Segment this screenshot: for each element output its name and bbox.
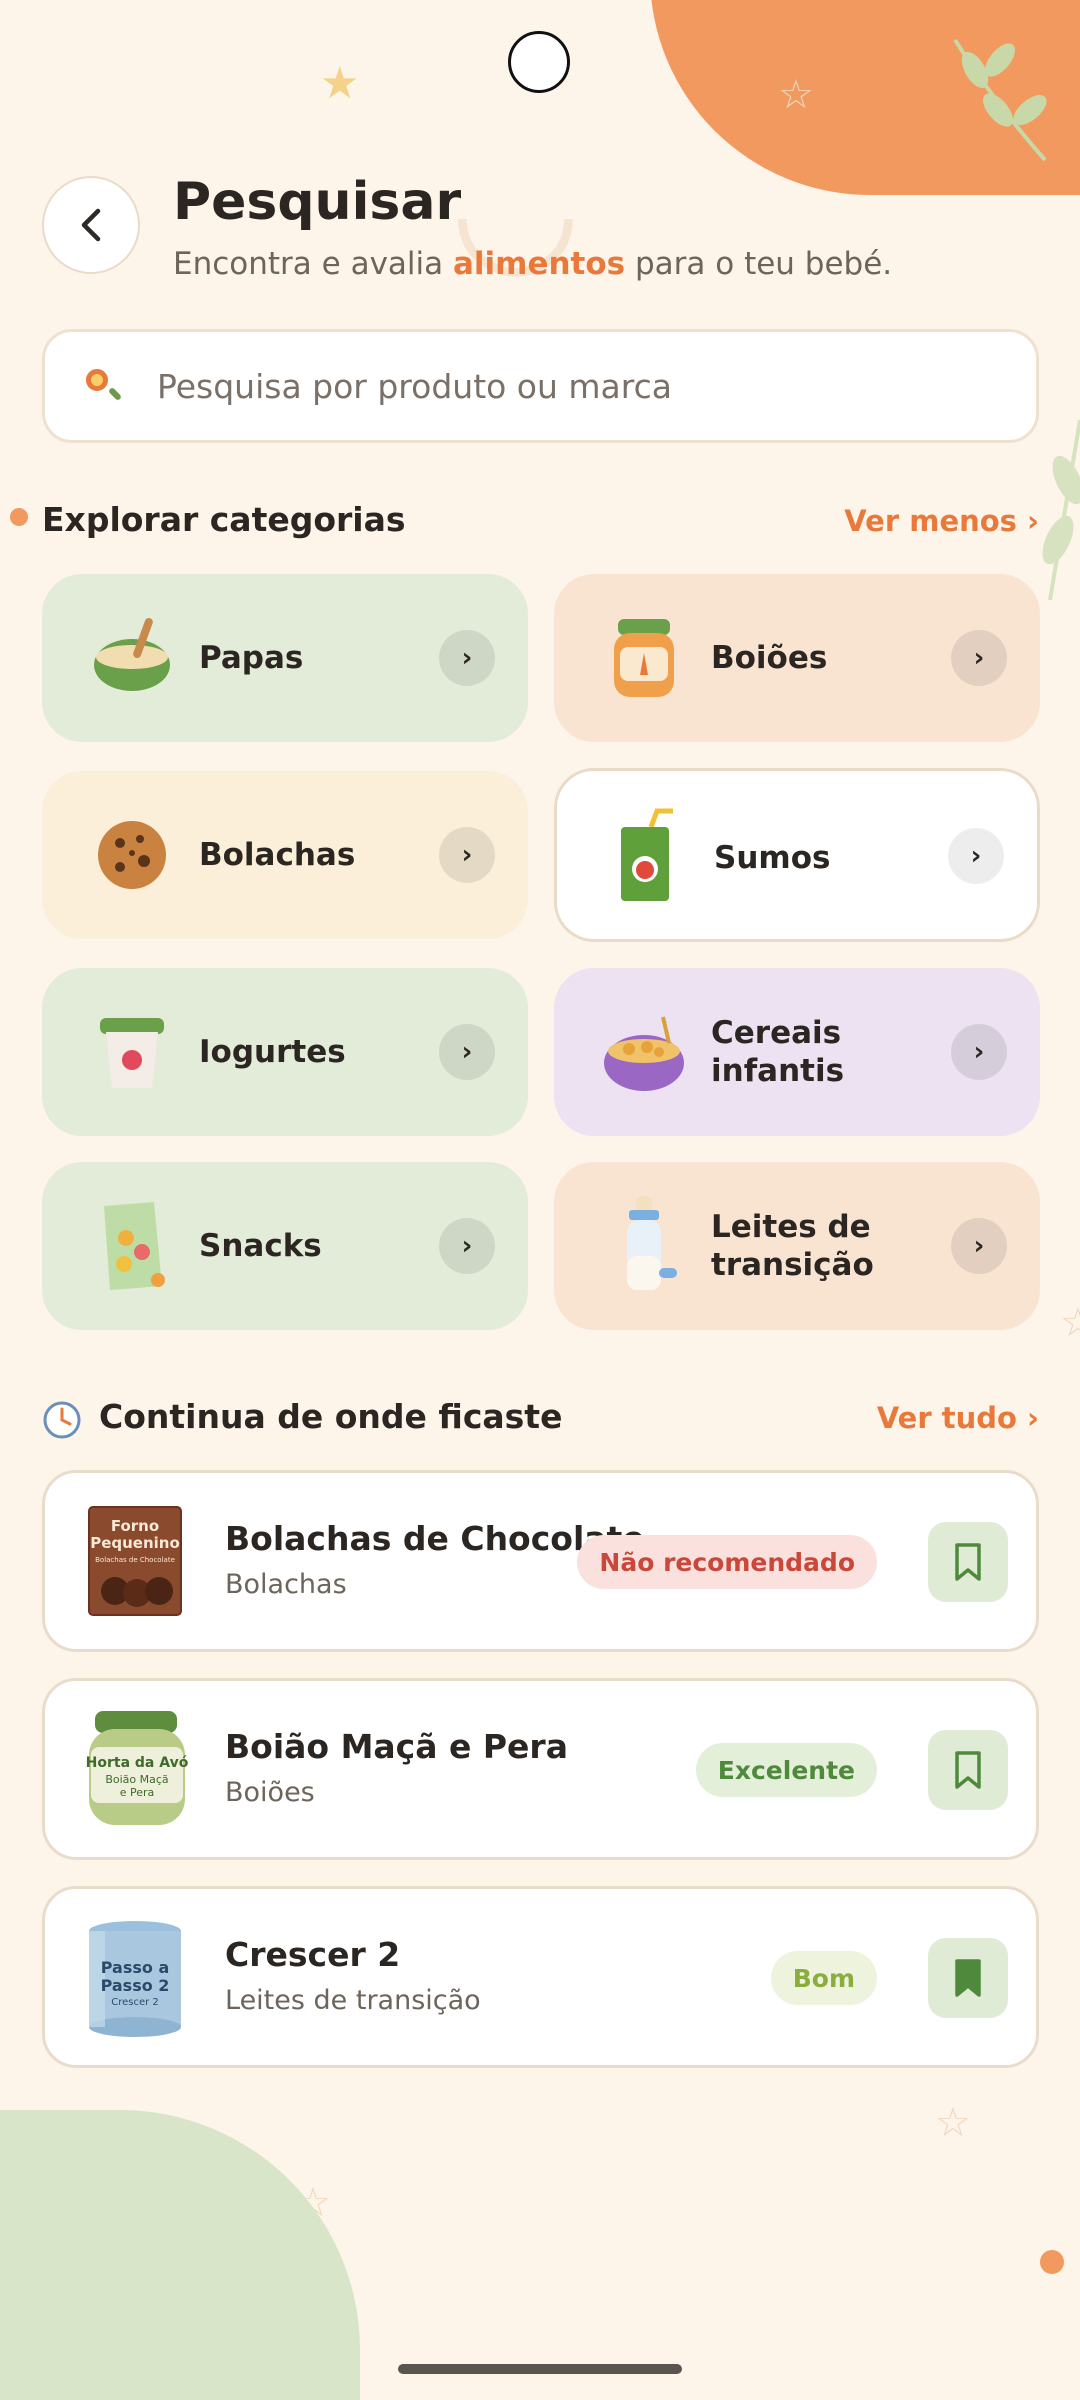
star-outline-icon: ☆ — [935, 2100, 971, 2146]
bookmark-button[interactable] — [928, 1730, 1008, 1810]
rating-badge: Bom — [770, 1951, 877, 2005]
home-indicator[interactable] — [398, 2364, 682, 2374]
category-label: Cereais infantis — [711, 1015, 845, 1089]
bookmark-outline-icon — [955, 1751, 981, 1789]
chevron-right-icon: › — [439, 630, 495, 686]
category-papas[interactable]: Papas › — [42, 574, 528, 742]
product-category: Leites de transição — [225, 1985, 481, 2016]
product-category: Boiões — [225, 1777, 315, 1808]
category-label: Leites de transição — [711, 1209, 874, 1283]
search-bar[interactable] — [42, 329, 1039, 443]
thumb-product-text: Boião Maçã — [105, 1773, 168, 1786]
camera-cutout — [508, 31, 570, 93]
star-outline-icon: ☆ — [295, 2180, 331, 2226]
bookmark-outline-icon — [955, 1543, 981, 1581]
product-category: Bolachas — [225, 1569, 347, 1600]
subtitle-highlight: alimentos — [452, 246, 626, 282]
thumb-brand-text: Forno — [111, 1517, 159, 1535]
category-label: Boiões — [711, 640, 828, 676]
category-label: Bolachas — [199, 837, 356, 873]
subtitle-text-end: para o teu bebé. — [625, 246, 893, 282]
rating-badge: Excelente — [695, 1743, 877, 1797]
star-outline-icon: ☆ — [778, 72, 814, 118]
star-icon: ★ — [320, 58, 360, 109]
product-thumbnail: Forno Pequenino Bolachas de Chocolate — [81, 1501, 191, 1621]
search-icon — [83, 366, 123, 406]
recent-section-title: Continua de onde ficaste — [99, 1397, 563, 1436]
orange-corner-blob — [650, 0, 1080, 195]
chevron-right-icon: › — [948, 828, 1004, 884]
category-label: Snacks — [199, 1228, 322, 1264]
categories-section-title: Explorar categorias — [42, 500, 406, 539]
product-thumbnail: Passo a Passo 2 Crescer 2 — [81, 1917, 191, 2037]
category-boioes[interactable]: Boiões › — [554, 574, 1040, 742]
leaf-branch-icon — [953, 38, 1047, 162]
category-bolachas[interactable]: Bolachas › — [42, 771, 528, 939]
category-label: Sumos — [714, 840, 831, 876]
snack-bag-icon — [80, 1194, 184, 1298]
bookmark-filled-icon — [955, 1959, 981, 1997]
chevron-right-icon: › — [439, 1218, 495, 1274]
juice-box-icon — [595, 805, 699, 909]
cereal-bowl-icon — [592, 1000, 696, 1104]
product-thumbnail: Horta da Avó Boião Maçã e Pera — [81, 1709, 191, 1829]
chevron-right-icon: › — [951, 1024, 1007, 1080]
search-input[interactable] — [155, 365, 959, 407]
yogurt-cup-icon — [80, 1000, 184, 1104]
category-snacks[interactable]: Snacks › — [42, 1162, 528, 1330]
product-card[interactable]: Horta da Avó Boião Maçã e Pera Boião Maç… — [42, 1678, 1039, 1860]
thumb-product-text: Bolachas de Chocolate — [95, 1556, 175, 1564]
baby-bottle-icon — [592, 1194, 696, 1298]
product-name: Crescer 2 — [225, 1935, 401, 1974]
back-button[interactable] — [42, 176, 140, 274]
thumb-product-text: e Pera — [120, 1786, 155, 1799]
page-header: Pesquisar Encontra e avalia alimentos pa… — [42, 172, 1042, 282]
see-less-link[interactable]: Ver menos › — [844, 504, 1039, 538]
category-sumos[interactable]: Sumos › — [554, 768, 1040, 942]
thumb-brand-text: Passo 2 — [101, 1976, 170, 1995]
category-label: Papas — [199, 640, 304, 676]
green-corner-blob — [0, 2110, 360, 2400]
chevron-right-icon: › — [951, 630, 1007, 686]
category-leites-de-transicao[interactable]: Leites de transição › — [554, 1162, 1040, 1330]
star-outline-icon: ☆ — [1060, 1300, 1080, 1346]
product-name: Boião Maçã e Pera — [225, 1727, 568, 1766]
bookmark-button[interactable] — [928, 1938, 1008, 2018]
chevron-left-icon — [81, 208, 101, 242]
clock-icon — [43, 1401, 81, 1439]
orange-dot — [1040, 2250, 1064, 2274]
subtitle-text: Encontra e avalia — [173, 246, 453, 282]
category-cereais-infantis[interactable]: Cereais infantis › — [554, 968, 1040, 1136]
see-all-link[interactable]: Ver tudo › — [877, 1401, 1039, 1435]
chevron-right-icon: › — [439, 1024, 495, 1080]
bookmark-button[interactable] — [928, 1522, 1008, 1602]
page-title: Pesquisar — [173, 172, 462, 232]
porridge-bowl-icon — [80, 606, 184, 710]
thumb-brand-text: Horta da Avó — [86, 1755, 189, 1771]
thumb-brand-text: Pequenino — [90, 1534, 180, 1552]
category-iogurtes[interactable]: Iogurtes › — [42, 968, 528, 1136]
category-label: Iogurtes — [199, 1034, 346, 1070]
product-card[interactable]: Passo a Passo 2 Crescer 2 Crescer 2 Leit… — [42, 1886, 1039, 2068]
page-subtitle: Encontra e avalia alimentos para o teu b… — [173, 246, 892, 282]
orange-dot — [10, 508, 28, 526]
chevron-right-icon: › — [439, 827, 495, 883]
rating-badge: Não recomendado — [577, 1535, 877, 1589]
product-card[interactable]: Forno Pequenino Bolachas de Chocolate Bo… — [42, 1470, 1039, 1652]
chevron-right-icon: › — [951, 1218, 1007, 1274]
cookie-icon — [80, 803, 184, 907]
thumb-product-text: Crescer 2 — [111, 1997, 159, 2008]
thumb-brand-text: Passo a — [101, 1958, 170, 1977]
baby-food-jar-icon — [592, 606, 696, 710]
